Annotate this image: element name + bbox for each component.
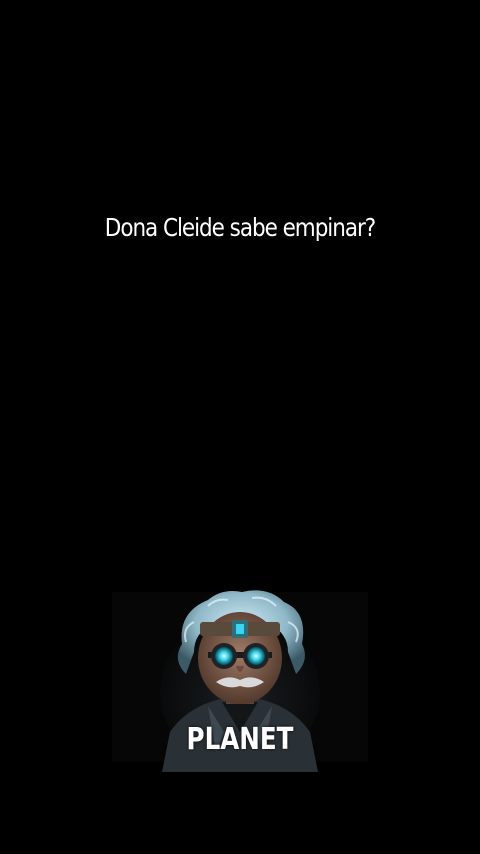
video-screen: Dona Cleide sabe empinar? PLANET bbox=[0, 0, 480, 854]
brand-name: PLANET bbox=[186, 722, 294, 757]
caption-text: Dona Cleide sabe empinar? bbox=[104, 213, 376, 242]
channel-logo: PLANET bbox=[112, 582, 368, 772]
